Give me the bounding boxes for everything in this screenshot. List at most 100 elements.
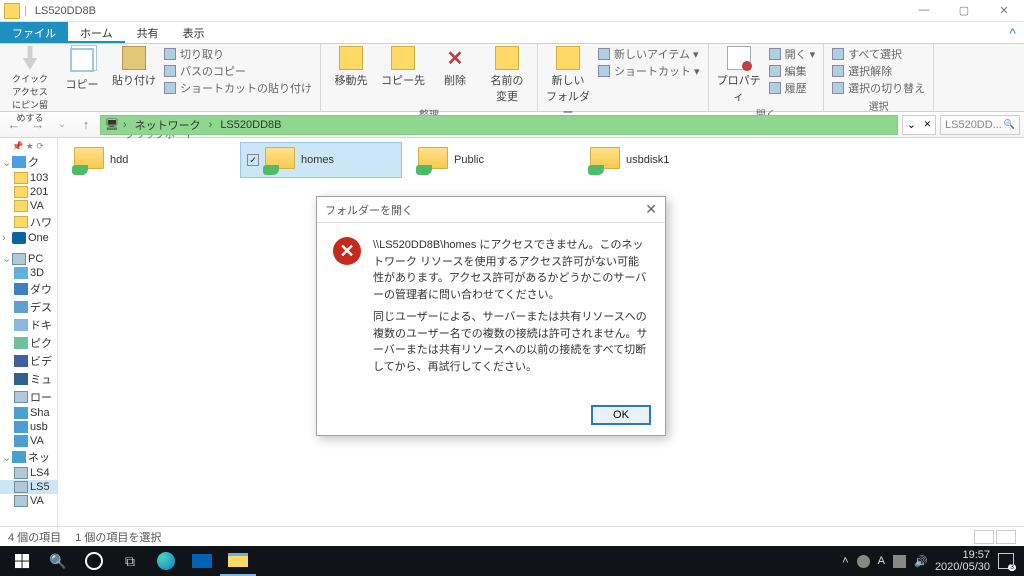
- tree-item[interactable]: VA: [0, 494, 57, 508]
- move-to-button[interactable]: 移動先: [329, 46, 373, 88]
- tree-item[interactable]: ダウ: [0, 280, 57, 298]
- address-dropdown[interactable]: ⌄: [907, 118, 916, 131]
- mail-taskbar[interactable]: [184, 546, 220, 576]
- history-button[interactable]: 履歴: [769, 80, 816, 96]
- tree-label: VA: [30, 435, 44, 447]
- history-icon: [769, 82, 781, 94]
- folder-label: Public: [454, 154, 484, 166]
- select-none-button[interactable]: 選択解除: [832, 63, 925, 79]
- search-input[interactable]: LS520DD... 🔍: [940, 115, 1020, 135]
- task-view-button[interactable]: ⧉: [112, 546, 148, 576]
- tree-item[interactable]: ›One: [0, 231, 57, 245]
- tree-item[interactable]: VA: [0, 434, 57, 448]
- invert-icon: [832, 82, 844, 94]
- network-tray-icon[interactable]: [893, 555, 906, 568]
- properties-button[interactable]: プロパティ: [717, 46, 761, 104]
- tray-chevron[interactable]: ˄: [842, 555, 848, 567]
- breadcrumb[interactable]: LS520DD8B: [216, 119, 285, 131]
- tree-item[interactable]: ⌄ク: [0, 153, 57, 171]
- folder-label: usbdisk1: [626, 154, 669, 166]
- tree-item[interactable]: ミュ: [0, 370, 57, 388]
- tree-item[interactable]: 3D: [0, 266, 57, 280]
- invert-selection-button[interactable]: 選択の切り替え: [832, 80, 925, 96]
- details-view-button[interactable]: [974, 530, 994, 544]
- rename-button[interactable]: 名前の 変更: [485, 46, 529, 104]
- tree-item[interactable]: デス: [0, 298, 57, 316]
- forward-button[interactable]: →: [28, 117, 48, 132]
- notification-center[interactable]: [998, 553, 1014, 569]
- open-button[interactable]: 開く ▾: [769, 46, 816, 62]
- error-dialog: フォルダーを開く ✕ ✕ \\LS520DD8B\homes にアクセスできませ…: [316, 196, 666, 436]
- back-button[interactable]: ←: [4, 117, 24, 132]
- tree-item[interactable]: ピク: [0, 334, 57, 352]
- new-shortcut-button[interactable]: ショートカット ▾: [598, 63, 700, 79]
- address-field[interactable]: 🖥 › ネットワーク › LS520DD8B: [100, 115, 898, 135]
- quick-access-toolbar: |: [4, 3, 27, 19]
- paste-button[interactable]: 貼り付け: [112, 46, 156, 88]
- icons-view-button[interactable]: [996, 530, 1016, 544]
- ok-button[interactable]: OK: [591, 405, 651, 425]
- tree-label: LS4: [30, 467, 50, 479]
- folder-item[interactable]: Public: [412, 142, 574, 178]
- tree-item[interactable]: ⌄PC: [0, 251, 57, 266]
- folder-item[interactable]: ✓homes: [240, 142, 402, 178]
- copy-path-button[interactable]: パスのコピー: [164, 63, 312, 79]
- tree-item[interactable]: ビデ: [0, 352, 57, 370]
- close-button[interactable]: ✕: [988, 4, 1020, 17]
- edge-taskbar[interactable]: [148, 546, 184, 576]
- copy-button[interactable]: コピー: [60, 46, 104, 92]
- chec-icon[interactable]: ✓: [247, 154, 259, 166]
- select-all-button[interactable]: すべて選択: [832, 46, 925, 62]
- breadcrumb[interactable]: ネットワーク: [131, 117, 205, 133]
- tree-icon: [14, 200, 28, 212]
- folder-item[interactable]: usbdisk1: [584, 142, 746, 178]
- dialog-close-button[interactable]: ✕: [645, 201, 657, 218]
- tree-item[interactable]: VA: [0, 199, 57, 213]
- taskbar: 🔍 ⧉ ˄ A 🔊 19:57 2020/05/30: [0, 546, 1024, 576]
- tree-label: One: [28, 232, 49, 244]
- dialog-message-2: 同じユーザーによる、サーバーまたは共有リソースへの複数のユーザー名での複数の接続…: [373, 309, 649, 375]
- explorer-taskbar[interactable]: [220, 546, 256, 576]
- tab-home[interactable]: ホーム: [68, 22, 125, 43]
- start-button[interactable]: [4, 546, 40, 576]
- copy-to-button[interactable]: コピー先: [381, 46, 425, 88]
- tree-item[interactable]: LS5: [0, 480, 57, 494]
- volume-tray-icon[interactable]: 🔊: [914, 555, 927, 568]
- tree-item[interactable]: ハワ: [0, 213, 57, 231]
- navigation-tree[interactable]: 📌 ★ ⟳⌄ク103201VAハワ›One⌄PC3Dダウデスドキピクビデミュロー…: [0, 138, 58, 532]
- new-item-button[interactable]: 新しいアイテム ▾: [598, 46, 700, 62]
- history-dropdown[interactable]: ⌄: [52, 119, 72, 130]
- address-close[interactable]: ✕: [924, 119, 932, 130]
- tree-item[interactable]: 103: [0, 171, 57, 185]
- search-button[interactable]: 🔍: [40, 546, 76, 576]
- tree-item[interactable]: usb: [0, 420, 57, 434]
- ime-indicator[interactable]: A: [878, 555, 885, 567]
- tab-file[interactable]: ファイル: [0, 22, 68, 43]
- pin-quick-access-button[interactable]: クイック アクセス にピン留めする: [8, 46, 52, 124]
- new-folder-button[interactable]: 新しい フォルダー: [546, 46, 590, 120]
- up-button[interactable]: ↑: [76, 117, 96, 132]
- ribbon-collapse[interactable]: ^: [1001, 22, 1024, 43]
- tree-item[interactable]: ロー: [0, 388, 57, 406]
- maximize-button[interactable]: ▢: [948, 4, 980, 17]
- tree-item[interactable]: LS4: [0, 466, 57, 480]
- cut-button[interactable]: 切り取り: [164, 46, 312, 62]
- paste-shortcut-button[interactable]: ショートカットの貼り付け: [164, 80, 312, 96]
- folder-item[interactable]: hdd: [68, 142, 230, 178]
- tree-icon: [14, 373, 28, 385]
- tab-view[interactable]: 表示: [171, 22, 217, 43]
- tree-label: VA: [30, 495, 44, 507]
- tab-share[interactable]: 共有: [125, 22, 171, 43]
- tree-item[interactable]: ⌄ネッ: [0, 448, 57, 466]
- tree-item[interactable]: 201: [0, 185, 57, 199]
- tree-item[interactable]: ドキ: [0, 316, 57, 334]
- onedrive-tray-icon[interactable]: [857, 555, 870, 568]
- edit-button[interactable]: 編集: [769, 63, 816, 79]
- path-icon: [164, 65, 176, 77]
- cortana-button[interactable]: [76, 546, 112, 576]
- delete-button[interactable]: ✕削除: [433, 46, 477, 88]
- minimize-button[interactable]: —: [908, 4, 940, 17]
- clock[interactable]: 19:57 2020/05/30: [935, 549, 990, 573]
- tree-item[interactable]: Sha: [0, 406, 57, 420]
- address-bar: ← → ⌄ ↑ 🖥 › ネットワーク › LS520DD8B ⌄ ✕ LS520…: [0, 112, 1024, 138]
